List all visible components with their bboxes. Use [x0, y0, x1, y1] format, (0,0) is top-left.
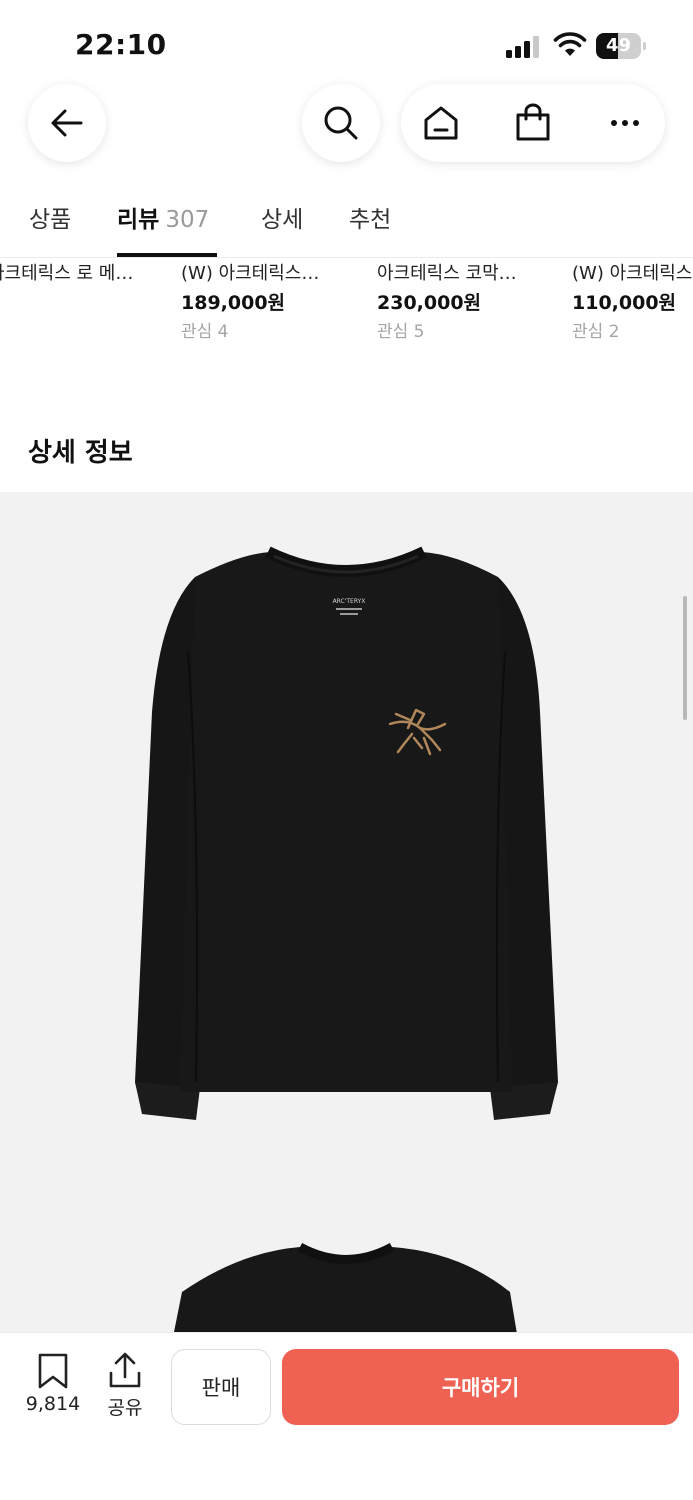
wifi-icon — [553, 32, 587, 56]
tab-label: 상세 — [261, 207, 304, 233]
tab-label: 리뷰 — [117, 207, 160, 233]
nav-action-group — [401, 84, 665, 162]
arrow-left-icon — [51, 109, 83, 137]
home-icon — [424, 106, 458, 140]
product-likes: 관심 4 — [181, 322, 229, 342]
related-product-card[interactable]: (W) 아크테릭스… 189,000원 관심 4 — [181, 260, 339, 346]
more-button[interactable] — [605, 103, 645, 143]
product-price: 230,000원 — [377, 292, 482, 314]
section-tabs: 상품 리뷰 307 상세 추천 — [0, 196, 693, 258]
product-price: 189,000원 — [181, 292, 286, 314]
scroll-indicator[interactable] — [683, 596, 687, 720]
bottom-action-bar: 9,814 공유 판매 구매하기 — [0, 1332, 693, 1500]
related-product-card[interactable]: 아크테릭스 코막… 230,000원 관심 5 — [377, 260, 535, 346]
cart-button[interactable] — [513, 103, 553, 143]
bookmark-icon[interactable] — [37, 1353, 69, 1389]
related-products-carousel[interactable]: 아크테릭스 로 메… (W) 아크테릭스… 189,000원 관심 4 아크테릭… — [0, 260, 693, 350]
review-count: 307 — [165, 207, 210, 233]
cellular-signal-icon — [506, 34, 542, 58]
buy-button[interactable]: 구매하기 — [282, 1349, 679, 1425]
related-product-card[interactable]: 아크테릭스 로 메… — [0, 260, 150, 288]
tab-reviews[interactable]: 리뷰 307 — [117, 200, 209, 234]
shopping-bag-icon — [516, 103, 550, 141]
search-icon — [324, 106, 358, 140]
tab-recommendations[interactable]: 추천 — [349, 200, 391, 234]
detail-info-title: 상세 정보 — [28, 438, 133, 468]
tab-label: 추천 — [349, 207, 392, 233]
longsleeve-tshirt-image: ARC'TERYX — [135, 546, 558, 1332]
battery-icon: 49 — [596, 33, 646, 59]
product-price: 110,000원 — [572, 292, 677, 314]
bookmark-count: 9,814 — [25, 1393, 81, 1415]
product-name: 아크테릭스 로 메… — [0, 263, 134, 284]
tab-details[interactable]: 상세 — [261, 200, 303, 234]
product-detail-image: ARC'TERYX — [0, 492, 693, 1332]
share-icon[interactable] — [107, 1351, 143, 1389]
active-tab-indicator — [117, 253, 217, 257]
product-name: (W) 아크테릭스 — [572, 263, 693, 284]
more-horizontal-icon — [611, 120, 639, 126]
neck-label-logo: ARC'TERYX — [333, 598, 366, 605]
status-time: 22:10 — [75, 28, 167, 61]
search-button[interactable] — [302, 84, 380, 162]
product-likes: 관심 5 — [377, 322, 425, 342]
home-button[interactable] — [421, 103, 461, 143]
related-product-card[interactable]: (W) 아크테릭스 110,000원 관심 2 — [572, 260, 693, 346]
product-name: (W) 아크테릭스… — [181, 263, 320, 284]
back-button[interactable] — [28, 84, 106, 162]
status-bar: 22:10 49 — [0, 0, 693, 84]
product-likes: 관심 2 — [572, 322, 620, 342]
share-label[interactable]: 공유 — [98, 1393, 152, 1420]
battery-percent: 49 — [605, 35, 632, 56]
tab-products[interactable]: 상품 — [29, 200, 71, 234]
sell-button[interactable]: 판매 — [171, 1349, 271, 1425]
tab-label: 상품 — [29, 207, 72, 233]
product-name: 아크테릭스 코막… — [377, 263, 517, 284]
